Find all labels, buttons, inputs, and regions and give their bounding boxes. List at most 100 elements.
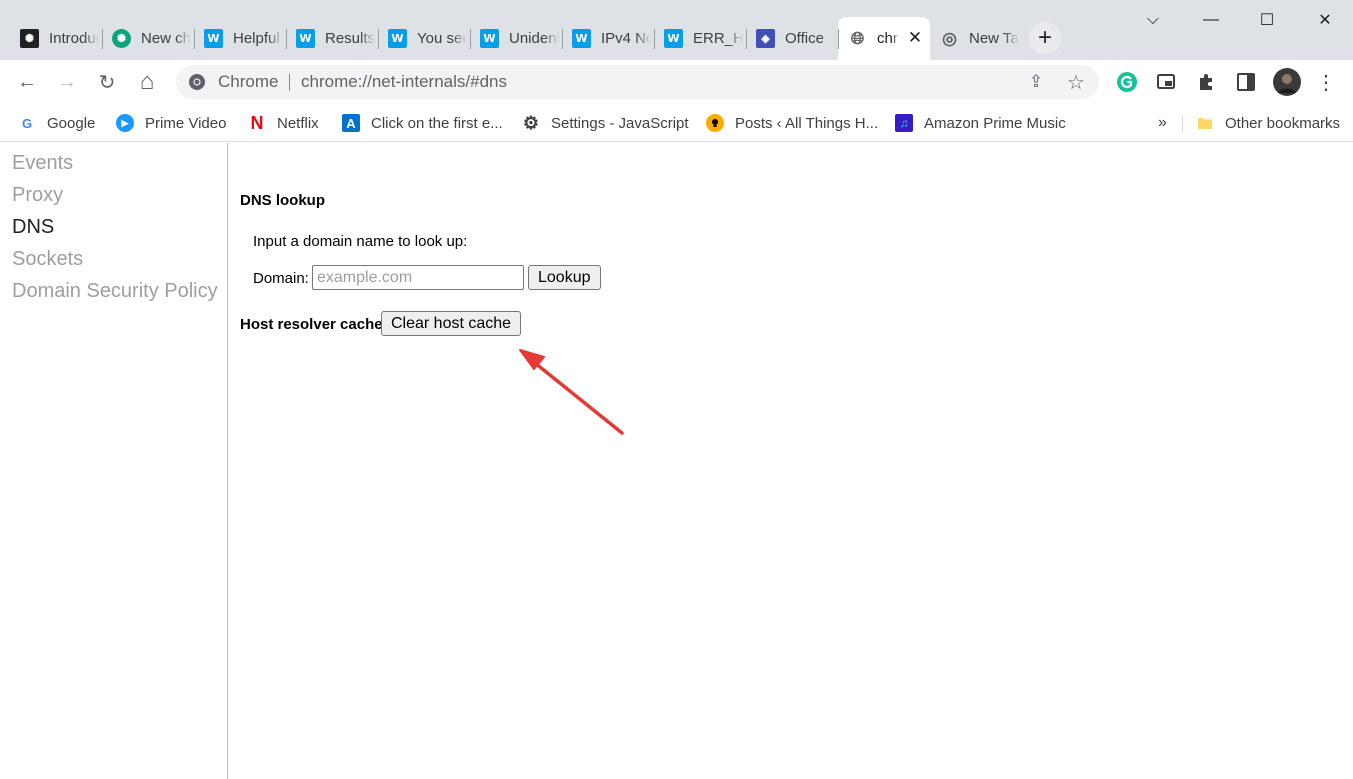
avatar[interactable] bbox=[1273, 68, 1301, 96]
tab-title: You see bbox=[417, 30, 467, 47]
tab-title: IPv4 No bbox=[601, 30, 651, 47]
omnibox-divider bbox=[289, 74, 290, 91]
domain-input[interactable] bbox=[312, 265, 524, 290]
bookmarks-divider bbox=[1182, 115, 1183, 133]
tab-title: Office bbox=[785, 30, 824, 47]
w-icon: W bbox=[296, 29, 315, 48]
tab-new-chat[interactable]: ✺ New chat bbox=[102, 17, 194, 60]
tab-title: ERR_HTTP bbox=[693, 30, 743, 47]
w-icon: W bbox=[664, 29, 683, 48]
tab-err-http[interactable]: W ERR_HTTP bbox=[654, 17, 746, 60]
reload-button[interactable]: ↻ bbox=[91, 66, 123, 98]
close-tab-icon[interactable]: ✕ bbox=[906, 29, 924, 47]
sidebar: Events Proxy DNS Sockets Domain Security… bbox=[0, 143, 228, 779]
bookmark-label: Netflix bbox=[277, 114, 319, 132]
tab-list: ✺ Introducing ✺ New chat W Helpful W Res… bbox=[10, 17, 1022, 60]
lightbulb-icon bbox=[706, 114, 724, 132]
new-tab-button[interactable]: + bbox=[1029, 22, 1061, 54]
bookmark-label: Other bookmarks bbox=[1225, 114, 1341, 132]
tab-title: New chat bbox=[141, 30, 191, 47]
back-button[interactable]: ← bbox=[11, 66, 43, 98]
minimize-button[interactable]: — bbox=[1183, 0, 1239, 40]
forward-button[interactable]: → bbox=[51, 66, 83, 98]
tab-you-see[interactable]: W You see bbox=[378, 17, 470, 60]
tab-unidentified[interactable]: W Unidentified bbox=[470, 17, 562, 60]
host-resolver-cache-heading: Host resolver cache bbox=[240, 316, 383, 333]
tab-net-internals[interactable]: 🌐︎ chrome ✕ bbox=[838, 17, 930, 60]
tab-title: chrome bbox=[877, 30, 899, 47]
chatgpt-icon: ✺ bbox=[112, 29, 131, 48]
close-window-button[interactable]: ✕ bbox=[1297, 0, 1353, 40]
tab-search-chevron-icon[interactable]: ⌵ bbox=[1125, 0, 1181, 40]
omnibox-chip: Chrome bbox=[218, 72, 279, 91]
tab-strip: ✺ Introducing ✺ New chat W Helpful W Res… bbox=[0, 0, 1353, 60]
tab-title: Unidentified bbox=[509, 30, 559, 47]
browser-toolbar: ← → ↻ ⌂ Chrome chrome://net-internals/#d… bbox=[0, 60, 1353, 104]
tab-results[interactable]: W Results bbox=[286, 17, 378, 60]
netflix-icon: N bbox=[250, 112, 264, 133]
tab-title: New Tab bbox=[969, 30, 1019, 47]
bookmark-label: Click on the first e... bbox=[371, 114, 503, 132]
bookmark-star-icon[interactable]: ☆ bbox=[1065, 71, 1087, 94]
net-internals-page: Events Proxy DNS Sockets Domain Security… bbox=[0, 143, 1353, 779]
prime-video-icon: ▶ bbox=[116, 114, 134, 132]
picture-in-picture-icon[interactable] bbox=[1156, 72, 1176, 92]
sidebar-item-dns[interactable]: DNS bbox=[12, 216, 54, 239]
url-text[interactable]: chrome://net-internals/#dns bbox=[301, 72, 507, 92]
sidebar-item-domain-security-policy[interactable]: Domain Security Policy bbox=[12, 280, 218, 303]
bookmarks-overflow-chevron[interactable]: » bbox=[1158, 112, 1167, 134]
bookmark-google[interactable]: G Google bbox=[18, 112, 95, 134]
bookmark-amazon-prime-music[interactable]: ♫ Amazon Prime Music bbox=[895, 112, 1066, 134]
lookup-button[interactable]: Lookup bbox=[528, 265, 601, 290]
prime-music-icon: ♫ bbox=[895, 114, 913, 132]
bookmark-label: Settings - JavaScript bbox=[551, 114, 689, 132]
dns-lookup-instruction: Input a domain name to look up: bbox=[253, 233, 468, 250]
w-icon: W bbox=[204, 29, 223, 48]
chatgpt-dark-icon: ✺ bbox=[20, 29, 39, 48]
share-icon[interactable]: ⇪ bbox=[1025, 71, 1047, 93]
bookmark-prime-video[interactable]: ▶ Prime Video bbox=[116, 112, 226, 134]
extensions-puzzle-icon[interactable] bbox=[1196, 72, 1216, 92]
other-bookmarks[interactable]: Other bookmarks bbox=[1196, 112, 1340, 134]
domain-label: Domain: bbox=[253, 270, 309, 287]
tab-ipv4[interactable]: W IPv4 No bbox=[562, 17, 654, 60]
bookmark-click-first[interactable]: A Click on the first e... bbox=[342, 112, 503, 134]
grammarly-icon[interactable] bbox=[1116, 71, 1138, 93]
gear-icon: ⚙ bbox=[522, 112, 540, 133]
bookmark-netflix[interactable]: N Netflix bbox=[248, 112, 319, 134]
bookmark-settings-javascript[interactable]: ⚙ Settings - JavaScript bbox=[522, 112, 689, 134]
tab-helpful[interactable]: W Helpful bbox=[194, 17, 286, 60]
bookmark-label: Amazon Prime Music bbox=[924, 114, 1066, 132]
office-icon: ◈ bbox=[756, 29, 775, 48]
chrome-icon bbox=[189, 74, 205, 90]
home-button[interactable]: ⌂ bbox=[131, 66, 163, 98]
tab-title: Helpful bbox=[233, 30, 280, 47]
w-icon: W bbox=[480, 29, 499, 48]
chrome-icon: ◎ bbox=[942, 28, 957, 48]
google-icon: G bbox=[21, 115, 33, 131]
bookmarks-bar: G Google ▶ Prime Video N Netflix A Click… bbox=[0, 104, 1353, 142]
clear-host-cache-button[interactable]: Clear host cache bbox=[381, 311, 522, 336]
a-icon: A bbox=[342, 114, 360, 132]
tab-title: Results bbox=[325, 30, 375, 47]
sidebar-item-events[interactable]: Events bbox=[12, 152, 73, 175]
bookmark-posts-all-things[interactable]: Posts ‹ All Things H... bbox=[706, 112, 878, 134]
w-icon: W bbox=[572, 29, 591, 48]
tab-office[interactable]: ◈ Office bbox=[746, 17, 838, 60]
folder-icon bbox=[1198, 118, 1212, 129]
tab-title: Introducing bbox=[49, 30, 99, 47]
w-icon: W bbox=[388, 29, 407, 48]
globe-icon: 🌐︎ bbox=[850, 28, 865, 48]
maximize-button[interactable]: ☐ bbox=[1239, 0, 1295, 40]
sidebar-item-proxy[interactable]: Proxy bbox=[12, 184, 63, 207]
bookmark-label: Posts ‹ All Things H... bbox=[735, 114, 879, 132]
chrome-menu-icon[interactable]: ⋮ bbox=[1310, 66, 1342, 98]
sidebar-item-sockets[interactable]: Sockets bbox=[12, 248, 83, 271]
tab-new-tab[interactable]: ◎ New Tab bbox=[930, 17, 1022, 60]
address-bar[interactable]: Chrome chrome://net-internals/#dns ⇪ ☆ bbox=[176, 65, 1099, 99]
bookmark-label: Google bbox=[47, 114, 96, 132]
tab-introducing[interactable]: ✺ Introducing bbox=[10, 17, 102, 60]
bookmark-label: Prime Video bbox=[145, 114, 227, 132]
dns-lookup-heading: DNS lookup bbox=[240, 192, 325, 209]
side-panel-icon[interactable] bbox=[1236, 72, 1256, 92]
